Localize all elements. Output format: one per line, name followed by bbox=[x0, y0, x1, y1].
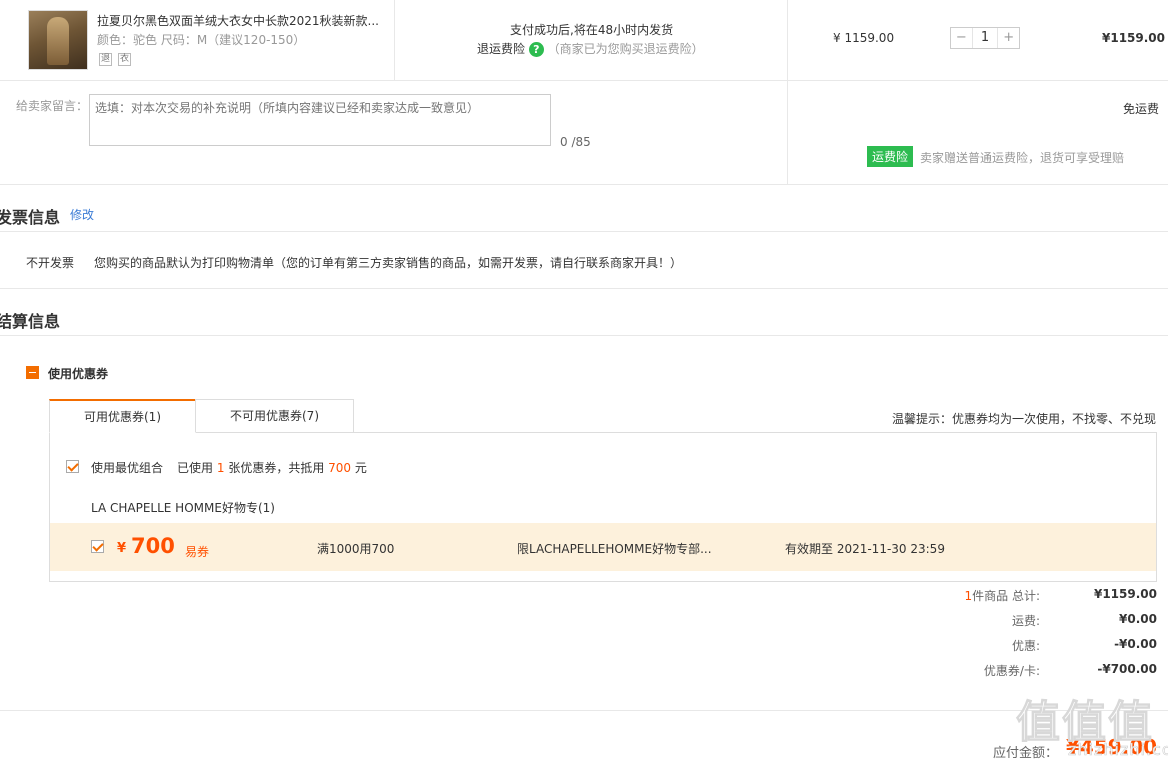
coupon-kind: 易券 bbox=[185, 545, 210, 559]
summary-shipping: ¥0.00 bbox=[1119, 612, 1157, 626]
best-combo-checkbox[interactable] bbox=[66, 460, 79, 473]
invoice-edit-link[interactable]: 修改 bbox=[70, 206, 94, 223]
insurance-note: （商家已为您购买退运费险） bbox=[547, 42, 704, 56]
coupon-currency: ¥ bbox=[117, 541, 127, 556]
used-middle: 张优惠券，共抵用 bbox=[228, 461, 325, 475]
invoice-description: 您购买的商品默认为打印购物清单（您的订单有第三方卖家销售的商品，如需开发票，请自… bbox=[94, 256, 683, 270]
item-subtotal: ¥1159.00 bbox=[1102, 31, 1166, 45]
message-counter: 0 /85 bbox=[560, 135, 591, 149]
coupon-condition: 满1000用700 bbox=[317, 542, 395, 556]
decrease-button[interactable]: − bbox=[951, 28, 972, 48]
seller-message-input[interactable] bbox=[89, 94, 551, 146]
invoice-title: 发票信息 bbox=[0, 208, 61, 227]
return-insurance: 退运费险 ? （商家已为您购买退运费险） bbox=[477, 40, 704, 57]
shop-coupon-group: LA CHAPELLE HOMME好物专(1) bbox=[91, 501, 275, 515]
used-coupon-summary: 已使用 1 张优惠券，共抵用 700 元 bbox=[177, 459, 367, 476]
best-combo-label: 使用最优组合 bbox=[91, 461, 164, 475]
quantity-value[interactable]: 1 bbox=[971, 28, 999, 48]
unit-price: ¥ 1159.00 bbox=[833, 31, 895, 45]
used-prefix: 已使用 bbox=[177, 461, 214, 475]
tab-available-coupons[interactable]: 可用优惠券(1) bbox=[49, 399, 196, 433]
used-count: 1 bbox=[216, 461, 225, 475]
insurance-label: 退运费险 bbox=[477, 42, 526, 56]
coupon-card-label: 优惠券/卡: bbox=[983, 664, 1040, 678]
shipping-promise: 支付成功后,将在48小时内发货 bbox=[510, 23, 674, 37]
insurance-detail: 卖家赠送普通运费险，退货可享受理赔 bbox=[920, 151, 1125, 165]
coupon-checkbox[interactable] bbox=[91, 540, 104, 553]
summary-count-row: 1件商品 总计: bbox=[900, 587, 1041, 604]
quantity-stepper[interactable]: − 1 + bbox=[950, 27, 1020, 49]
coupon-validity: 有效期至 2021-11-30 23:59 bbox=[785, 542, 945, 556]
invoice-type: 不开发票 bbox=[26, 256, 75, 270]
help-icon[interactable]: ? bbox=[528, 42, 544, 57]
summary-total: ¥1159.00 bbox=[1093, 587, 1157, 601]
insurance-tag: 运费险 bbox=[867, 146, 914, 167]
coupon-scope: 限LACHAPELLEHOMME好物专部... bbox=[517, 542, 712, 556]
summary-coupon: -¥700.00 bbox=[1097, 662, 1157, 676]
clothing-service-icon: 衣 bbox=[118, 53, 131, 66]
shipping-fee: 免运费 bbox=[1123, 102, 1160, 116]
discount-label: 优惠: bbox=[1011, 639, 1040, 653]
used-unit: 元 bbox=[354, 461, 367, 475]
coupon-tip: 温馨提示：优惠券均为一次使用，不找零、不兑现 bbox=[892, 412, 1157, 426]
message-label: 给卖家留言： bbox=[16, 99, 89, 113]
total-label: 件商品 总计: bbox=[972, 589, 1040, 603]
product-thumbnail[interactable] bbox=[28, 10, 88, 70]
return-service-icon: 退 bbox=[99, 53, 112, 66]
increase-button[interactable]: + bbox=[998, 28, 1019, 48]
product-spec: 颜色：驼色 尺码：M（建议120-150） bbox=[97, 33, 306, 47]
shipping-label: 运费: bbox=[1011, 614, 1040, 628]
settlement-title: 结算信息 bbox=[0, 312, 61, 331]
coupon-amount: 700 bbox=[131, 534, 175, 558]
tab-unavailable-coupons[interactable]: 不可用优惠券(7) bbox=[195, 399, 354, 432]
used-amount: 700 bbox=[328, 461, 352, 475]
summary-discount: -¥0.00 bbox=[1114, 637, 1157, 651]
site-watermark-url: zhizhizhi.com bbox=[1068, 740, 1168, 760]
product-title[interactable]: 拉夏贝尔黑色双面羊绒大衣女中长款2021秋装新款... bbox=[97, 12, 379, 29]
coupon-toggle[interactable]: 使用优惠券 bbox=[48, 365, 108, 382]
item-count: 1 bbox=[964, 589, 973, 603]
service-icons: 退衣 bbox=[99, 50, 137, 66]
collapse-icon[interactable] bbox=[26, 366, 39, 379]
